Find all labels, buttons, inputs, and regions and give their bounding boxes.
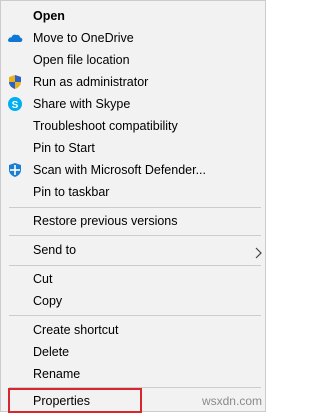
menu-item-label: Rename bbox=[33, 367, 81, 381]
menu-item-share-with-skype[interactable]: S Share with Skype bbox=[1, 93, 265, 115]
menu-item-scan-with-defender[interactable]: Scan with Microsoft Defender... bbox=[1, 159, 265, 181]
menu-item-pin-to-start[interactable]: Pin to Start bbox=[1, 137, 265, 159]
menu-item-label: Scan with Microsoft Defender... bbox=[33, 163, 206, 177]
menu-item-label: Share with Skype bbox=[33, 97, 131, 111]
menu-item-label: Delete bbox=[33, 345, 70, 359]
onedrive-icon bbox=[7, 30, 23, 46]
menu-item-label: Send to bbox=[33, 243, 77, 257]
menu-item-label: Troubleshoot compatibility bbox=[33, 119, 178, 133]
menu-separator bbox=[9, 207, 261, 208]
svg-text:S: S bbox=[12, 100, 19, 111]
menu-item-send-to[interactable]: Send to bbox=[1, 239, 265, 261]
menu-item-open-file-location[interactable]: Open file location bbox=[1, 49, 265, 71]
menu-item-cut[interactable]: Cut bbox=[1, 268, 265, 290]
menu-item-copy[interactable]: Copy bbox=[1, 290, 265, 312]
menu-separator bbox=[9, 235, 261, 236]
menu-item-create-shortcut[interactable]: Create shortcut bbox=[1, 319, 265, 341]
menu-item-label: Open bbox=[33, 9, 65, 23]
menu-separator bbox=[9, 265, 261, 266]
menu-item-label: Restore previous versions bbox=[33, 214, 178, 228]
menu-item-run-as-administrator[interactable]: Run as administrator bbox=[1, 71, 265, 93]
defender-icon bbox=[7, 162, 23, 178]
menu-separator bbox=[9, 315, 261, 316]
menu-item-delete[interactable]: Delete bbox=[1, 341, 265, 363]
menu-item-label: Run as administrator bbox=[33, 75, 149, 89]
watermark: wsxdn.com bbox=[201, 394, 262, 408]
menu-item-label: Create shortcut bbox=[33, 323, 119, 337]
menu-item-label: Pin to Start bbox=[33, 141, 95, 155]
menu-item-troubleshoot-compatibility[interactable]: Troubleshoot compatibility bbox=[1, 115, 265, 137]
menu-item-label: Open file location bbox=[33, 53, 130, 67]
menu-item-label: Move to OneDrive bbox=[33, 31, 134, 45]
chevron-right-icon bbox=[253, 244, 263, 259]
menu-item-label: Cut bbox=[33, 272, 53, 286]
context-menu: Open Move to OneDrive Open file location… bbox=[0, 0, 266, 413]
menu-item-label: Pin to taskbar bbox=[33, 185, 110, 199]
menu-item-rename[interactable]: Rename bbox=[1, 363, 265, 385]
skype-icon: S bbox=[7, 96, 23, 112]
shield-icon bbox=[7, 74, 23, 90]
menu-item-move-to-onedrive[interactable]: Move to OneDrive bbox=[1, 27, 265, 49]
menu-item-label: Copy bbox=[33, 294, 63, 308]
properties-highlight-box bbox=[8, 388, 142, 413]
menu-item-open[interactable]: Open bbox=[1, 5, 265, 27]
menu-item-restore-previous-versions[interactable]: Restore previous versions bbox=[1, 210, 265, 232]
menu-item-pin-to-taskbar[interactable]: Pin to taskbar bbox=[1, 181, 265, 203]
